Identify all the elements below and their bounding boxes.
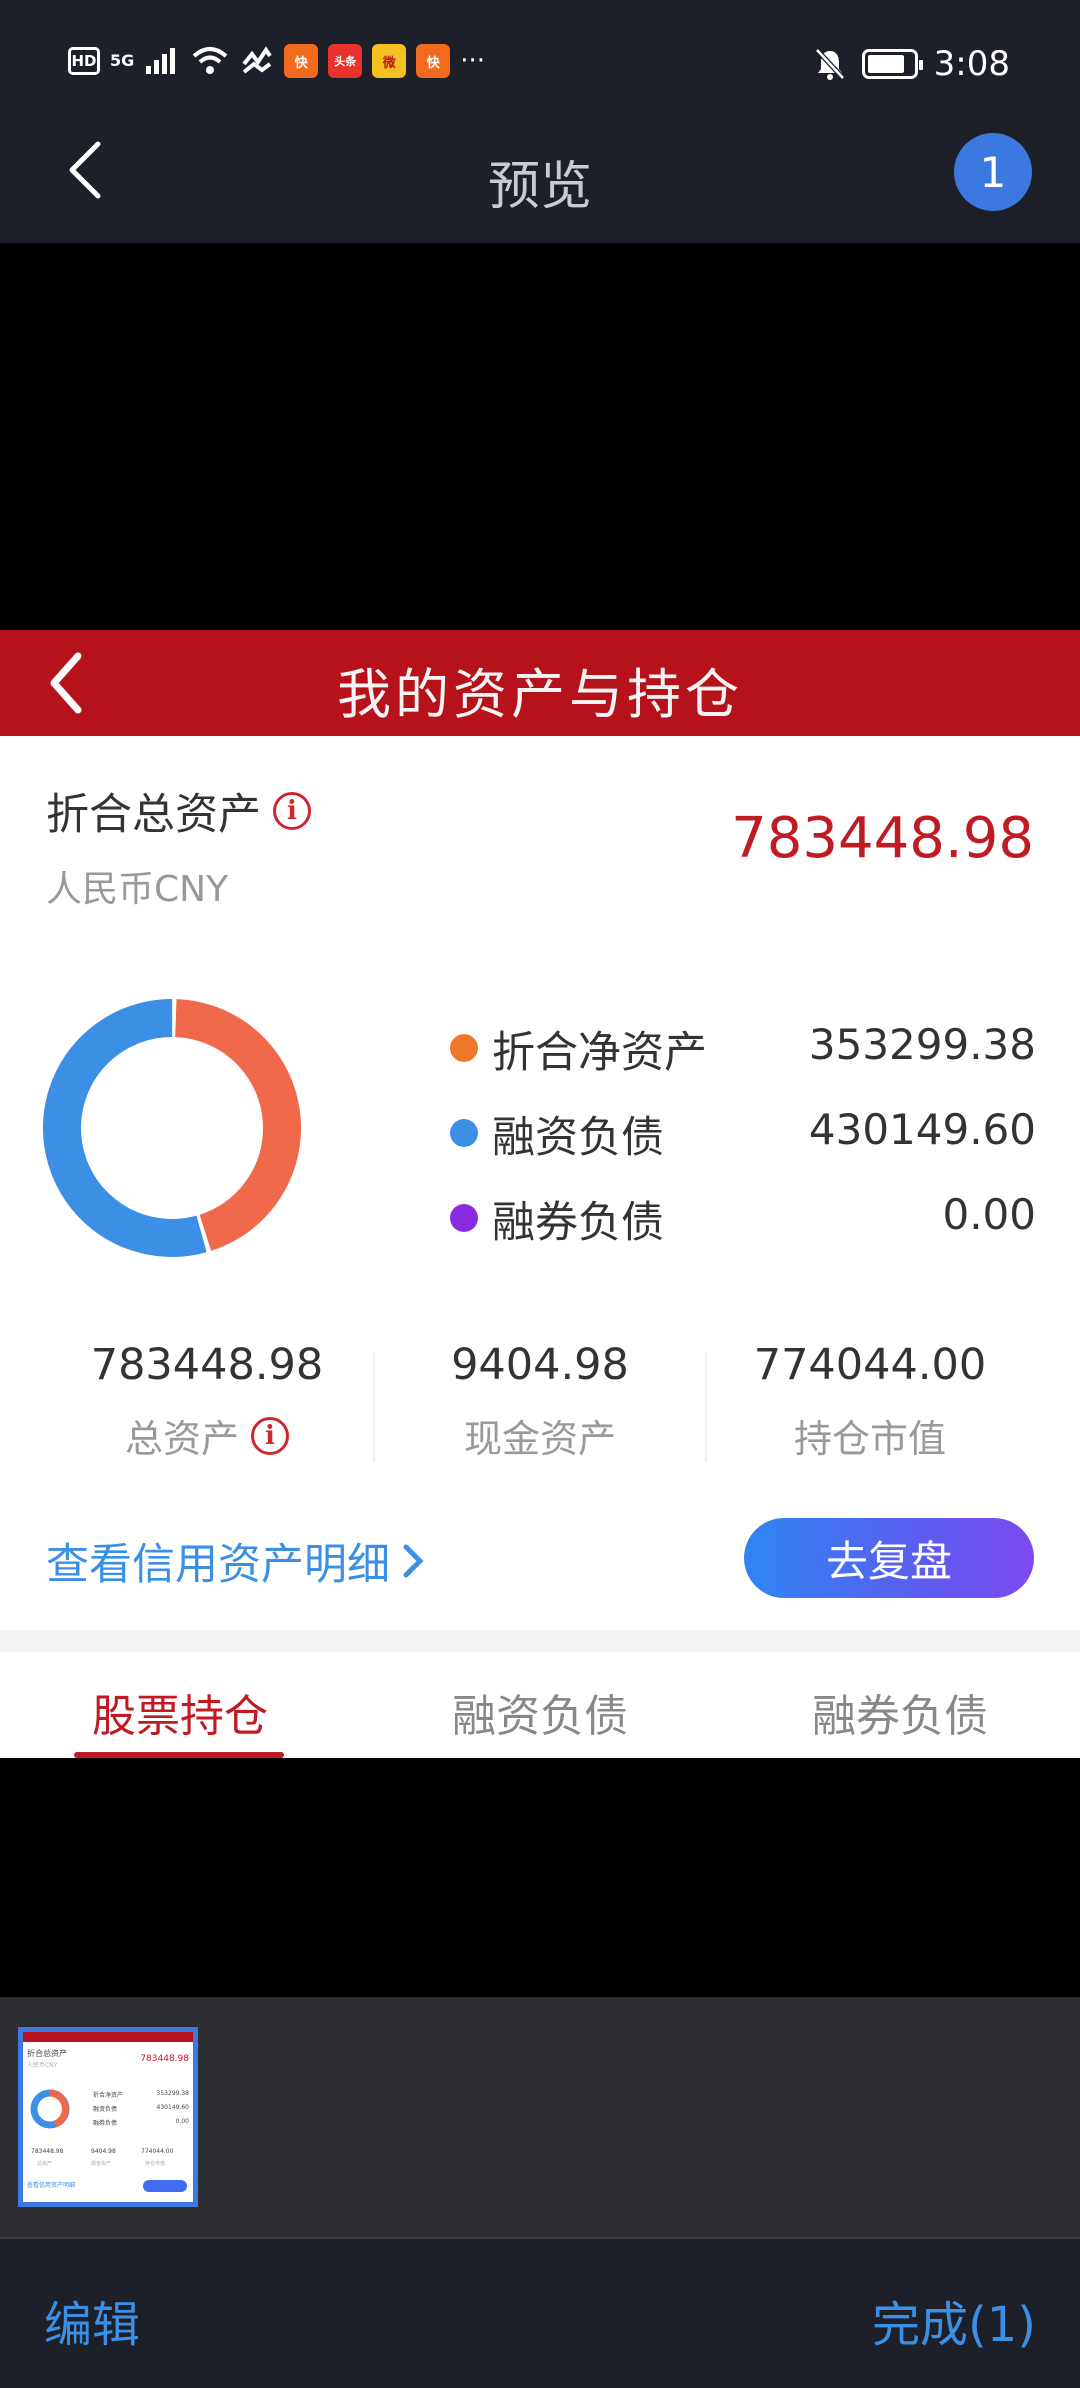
toutiao-app-icon: 头条 [328,44,363,78]
thumb-legend-value: 353299.38 [156,2090,189,2097]
legend-label: 融券负债 [492,1198,664,1248]
currency-label: 人民币CNY [46,869,229,910]
status-bar: HD 5G 快 头条 微 快 ··· 3:08 [0,0,1080,100]
battery-icon [861,49,923,79]
total-assets-label-text: 折合总资产 [46,790,261,840]
network-type-label: 5G [110,51,135,70]
preview-header: 我的资产与持仓 [0,630,1080,736]
legend-label: 折合净资产 [492,1028,707,1078]
bottom-action-bar: 编辑 完成(1) [0,2239,1080,2388]
kuaishou-app-icon-2: 快 [416,44,451,78]
thumb-total-value: 783448.98 [140,2054,189,2064]
thumb-review-button [143,2180,187,2192]
status-left: HD 5G 快 头条 微 快 ··· [68,44,485,78]
more-notifications-icon: ··· [460,46,486,76]
section-divider [0,1630,1080,1652]
asset-legend: 折合净资产 353299.38 融资负债 430149.60 融券负债 0.00 [446,1018,1036,1273]
hd-voice-icon: HD [68,47,100,75]
legend-row-financing-liabilities: 融资负债 430149.60 [446,1103,1036,1188]
stat-holding-market-value: 774044.00 持仓市值 [705,1340,1035,1463]
thumb-legend-label: 折合净资产 [93,2092,124,2099]
thumb-legend-label: 融券负债 [93,2120,118,2127]
preview-image: 我的资产与持仓 折合总资产 i 人民币CNY 783448.98 折合净资产 3… [0,630,1080,1758]
legend-label: 融资负债 [492,1113,664,1163]
thumb-legend-label: 融资负债 [93,2106,118,2113]
total-assets-value: 783448.98 [731,806,1034,871]
review-button-label: 去复盘 [825,1536,952,1586]
status-right: 3:08 [814,44,1010,84]
selected-thumbnail[interactable]: 折合总资产 人民币CNY 783448.98 折合净资产 353299.38 融… [18,2027,198,2207]
stat-value: 783448.98 [90,1340,324,1390]
asset-donut-chart [42,999,301,1257]
stat-label-text: 现金资产 [463,1417,616,1461]
active-tab-indicator [74,1752,284,1758]
thumb-currency: 人民币CNY [27,2062,58,2069]
edit-button[interactable]: 编辑 [44,2285,140,2355]
thumb-stat-value: 774044.00 [141,2148,174,2155]
thumb-stat-value: 783448.98 [31,2148,64,2155]
legend-dot [450,1204,478,1232]
selected-count-badge[interactable]: 1 [954,133,1032,211]
legend-dot [450,1119,478,1147]
stat-cash-assets: 9404.98 现金资产 [375,1340,705,1463]
legend-row-net-assets: 折合净资产 353299.38 [446,1018,1036,1103]
stat-label: 持仓市值 [705,1408,1035,1463]
review-button: 去复盘 [744,1518,1034,1598]
bell-muted-icon [814,48,845,80]
stat-label: 总资产 i [42,1408,372,1463]
thumb-header [23,2032,193,2042]
status-time: 3:08 [933,44,1010,84]
credit-asset-detail-link: 查看信用资产明细 [46,1530,426,1592]
holdings-tabs: 股票持仓 融资负债 融券负债 [0,1652,1080,1758]
stat-value: 774044.00 [753,1340,987,1390]
legend-dot [450,1034,478,1062]
stat-total-assets: 783448.98 总资产 i [42,1340,372,1463]
stat-label-text: 总资产 [124,1417,239,1461]
total-assets-label: 折合总资产 i [46,780,311,842]
thumb-donut-chart [30,2089,70,2129]
page-title: 预览 [487,157,592,217]
legend-value: 430149.60 [808,1105,1036,1154]
thumb-detail-link: 查看信用资产明细 [27,2182,76,2189]
done-button[interactable]: 完成(1) [872,2285,1036,2355]
stat-label-text: 持仓市值 [793,1417,946,1461]
chevron-right-icon [403,1544,424,1578]
stat-value: 9404.98 [451,1340,629,1390]
tab-financing-liabilities: 融资负债 [452,1691,628,1742]
heart-rate-icon [242,46,272,74]
thumbnail-strip: 折合总资产 人民币CNY 783448.98 折合净资产 353299.38 融… [0,1997,1080,2237]
thumb-legend-value: 430149.60 [156,2104,189,2111]
info-icon: i [273,792,311,830]
thumb-total-label: 折合总资产 [27,2049,67,2058]
signal-icon [146,48,176,74]
legend-value: 0.00 [942,1190,1036,1239]
thumb-stat-label: 持仓市值 [145,2161,166,2167]
stat-label: 现金资产 [375,1408,705,1463]
legend-row-securities-liabilities: 融券负债 0.00 [446,1188,1036,1273]
asset-stats: 783448.98 总资产 i 9404.98 现金资产 774044.00 持… [0,1340,1080,1470]
weibo-app-icon: 微 [372,44,407,78]
preview-top-bar: 预览 1 [0,100,1080,243]
detail-link-text: 查看信用资产明细 [46,1540,390,1590]
tab-stock-holdings: 股票持仓 [92,1691,268,1742]
thumb-stat-value: 9404.98 [91,2148,116,2155]
legend-value: 353299.38 [808,1020,1036,1069]
info-icon: i [251,1416,289,1455]
wifi-icon [192,47,228,74]
thumb-stat-label: 现金资产 [91,2161,112,2167]
kuaishou-app-icon: 快 [284,44,319,78]
thumb-stat-label: 总资产 [37,2161,53,2167]
tab-securities-liabilities: 融券负债 [812,1691,988,1742]
thumb-legend-value: 0.00 [175,2118,189,2125]
preview-header-title: 我的资产与持仓 [337,663,743,726]
